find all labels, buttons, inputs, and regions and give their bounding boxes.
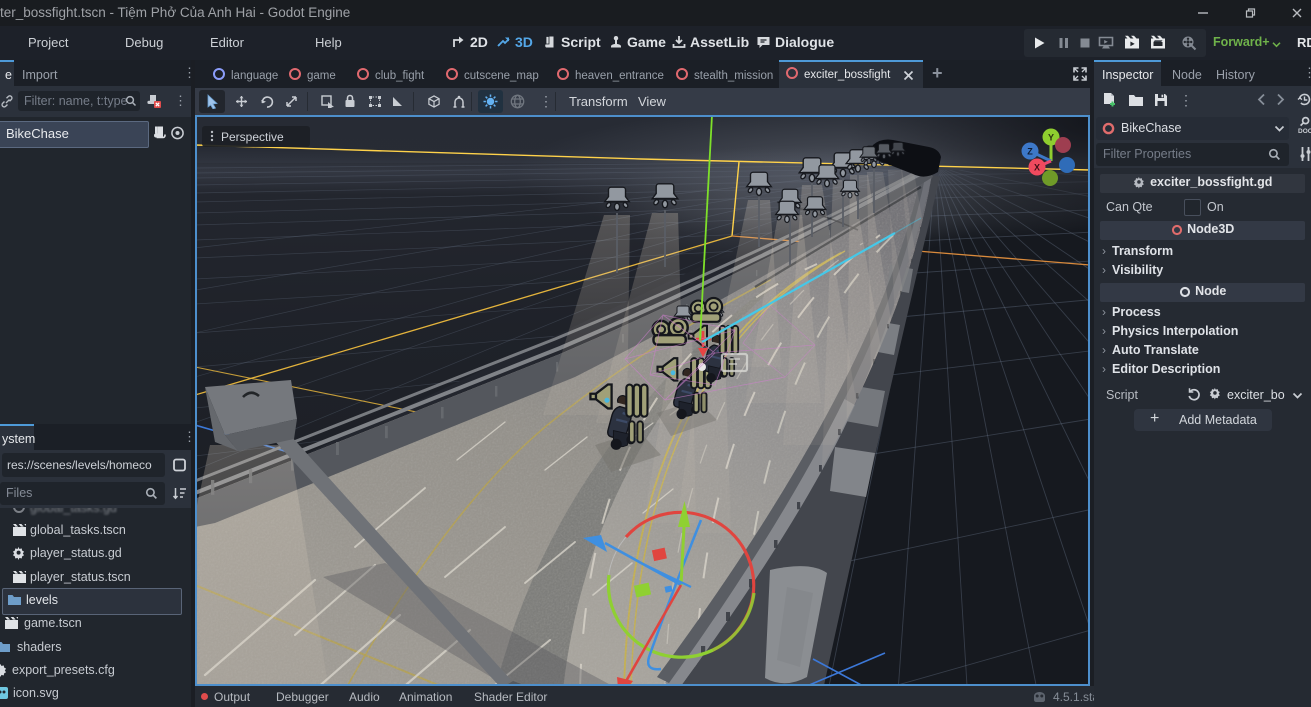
svg-text:Perspective: Perspective	[221, 130, 284, 144]
svg-text:Z: Z	[1027, 147, 1033, 157]
svg-text:X: X	[1034, 163, 1040, 173]
svg-text:DOC: DOC	[1298, 128, 1311, 135]
svg-text:Y: Y	[1048, 133, 1054, 143]
